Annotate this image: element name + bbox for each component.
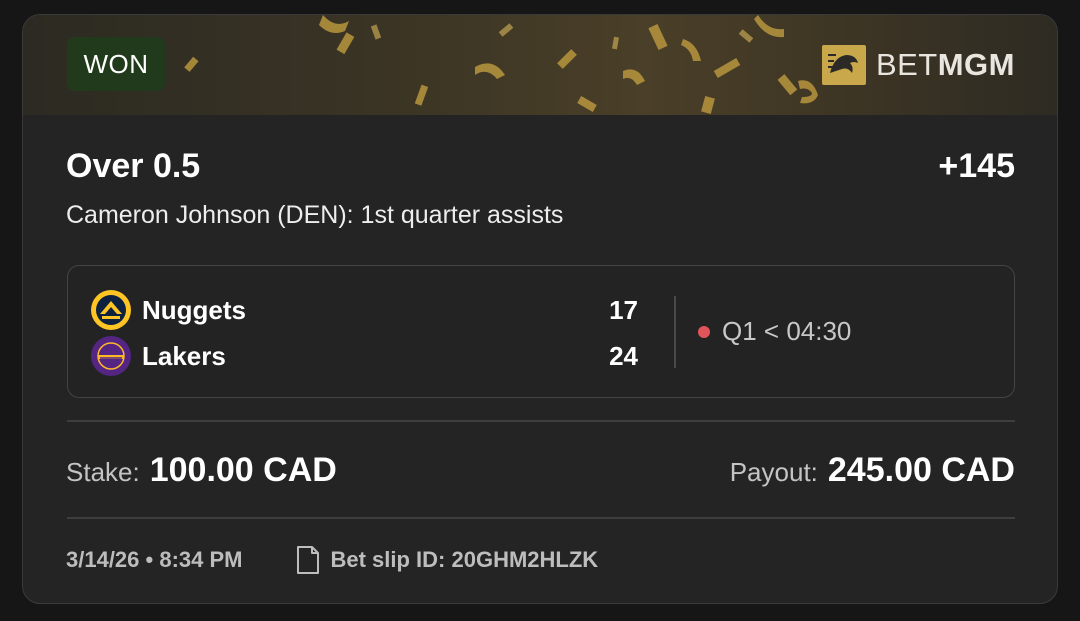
team-score: 17 xyxy=(609,294,638,325)
team-name: Nuggets xyxy=(142,294,246,325)
lion-logo-icon xyxy=(821,43,866,87)
stake-value: 100.00 CAD xyxy=(149,451,337,489)
live-status: Q1 < 04:30 xyxy=(698,316,851,347)
document-icon xyxy=(297,546,320,574)
bet-footer: 3/14/26 • 8:34 PM Bet slip ID: 20GHM2HLZ… xyxy=(66,545,598,575)
bet-description: Cameron Johnson (DEN): 1st quarter assis… xyxy=(66,201,564,229)
bet-datetime: 3/14/26 • 8:34 PM xyxy=(66,547,243,572)
divider xyxy=(67,517,1015,519)
celebration-banner: WON BETMGM xyxy=(23,15,1057,115)
payout: Payout: 245.00 CAD xyxy=(730,451,1015,490)
team-row: Nuggets 17 xyxy=(90,288,638,332)
scoreboard[interactable]: Nuggets 17 Lakers 24 Q1 < 04:30 xyxy=(67,265,1015,398)
brand-prefix: BET xyxy=(875,47,938,82)
bet-title: Over 0.5 xyxy=(66,147,201,185)
game-clock: Q1 < 04:30 xyxy=(722,316,852,346)
brand-suffix: MGM xyxy=(937,47,1015,82)
live-dot-icon xyxy=(698,325,710,338)
betmgm-logo: BETMGM xyxy=(821,41,1015,89)
team-score: 24 xyxy=(609,340,638,371)
stake-label: Stake: xyxy=(66,457,140,487)
divider xyxy=(67,420,1015,422)
divider xyxy=(674,296,676,368)
bet-slip-id[interactable]: Bet slip ID: 20GHM2HLZK xyxy=(330,547,598,573)
lakers-logo-icon xyxy=(91,336,131,376)
bet-odds: +145 xyxy=(938,147,1015,185)
status-badge: WON xyxy=(67,37,165,91)
payout-label: Payout: xyxy=(729,457,818,487)
bet-card[interactable]: WON BETMGM Over 0.5 +145 Cameron Johnson… xyxy=(22,14,1058,604)
stake: Stake: 100.00 CAD xyxy=(66,451,337,490)
team-name: Lakers xyxy=(142,340,226,371)
nuggets-logo-icon xyxy=(91,290,131,330)
team-row: Lakers 24 xyxy=(90,334,638,378)
brand-wordmark: BETMGM xyxy=(876,47,1015,83)
payout-value: 245.00 CAD xyxy=(827,451,1015,489)
